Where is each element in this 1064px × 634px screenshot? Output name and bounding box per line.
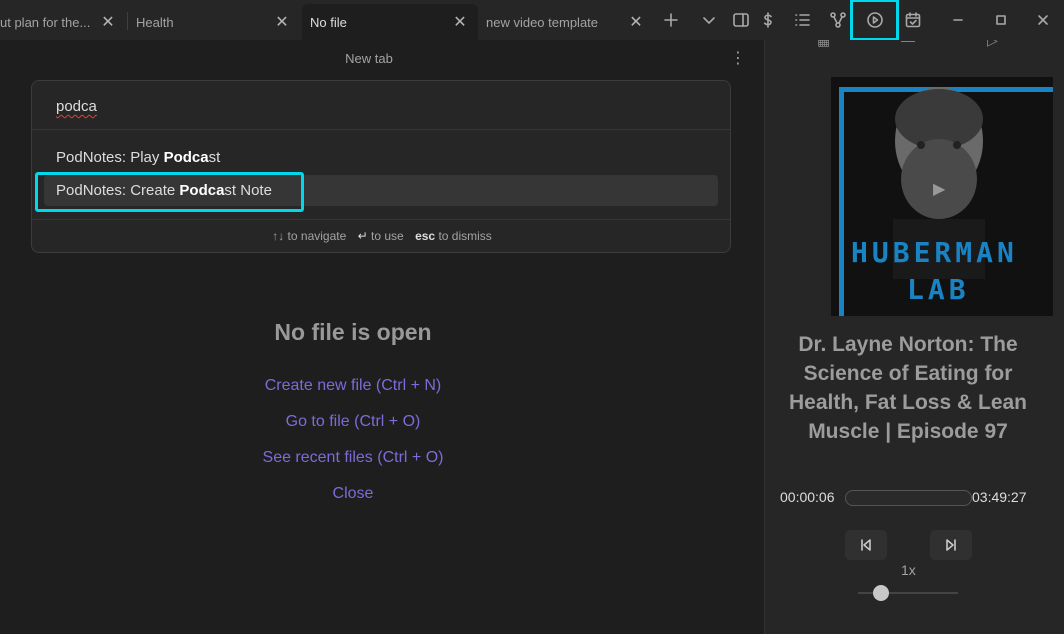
hint-text: to navigate [287,229,347,243]
tab-label: ut plan for the... [0,14,91,30]
go-to-file-link[interactable]: Go to file (Ctrl + O) [0,413,706,431]
total-time: 03:49:27 [972,489,1027,505]
divider [32,129,730,130]
podcast-artwork[interactable]: ▶ HUBERMAN LAB [831,77,1053,316]
plus-icon[interactable] [659,8,683,32]
command-suffix: st [208,149,221,166]
close-icon[interactable]: ✕ [450,12,470,32]
list-icon[interactable] [790,8,814,32]
sidebar-header-icons: ▦ — ▷ [765,40,1064,50]
progress-bar[interactable] [845,490,972,506]
skip-back-button[interactable] [845,530,887,560]
command-palette-hints: ↑↓ to navigate ↵ to use esc to dismiss [32,229,732,243]
divider [32,219,730,220]
minimize-icon[interactable] [946,8,970,32]
skip-forward-button[interactable] [930,530,972,560]
close-icon[interactable]: ✕ [98,12,118,32]
more-options-icon[interactable]: ⋮ [728,48,748,68]
create-new-file-link[interactable]: Create new file (Ctrl + N) [0,377,706,395]
graph-icon[interactable] [826,8,850,32]
artwork-title: HUBERMAN [851,236,1018,269]
command-palette: podca PodNotes: Play Podca st PodNotes: C… [31,80,731,253]
sidebar-toggle-icon[interactable] [729,8,753,32]
command-item-play-podcast[interactable]: PodNotes: Play Podca st [44,142,718,173]
close-link[interactable]: Close [0,485,706,503]
hint-text: to use [371,229,404,243]
hint-key: ↑↓ [272,229,285,243]
command-prefix: PodNotes: Play [56,149,164,166]
episode-title: Dr. Layne Norton: The Science of Eating … [788,333,1028,443]
hint-key: ↵ [357,229,368,243]
calendar-icon[interactable] [901,8,925,32]
grid-icon[interactable]: ▦ [817,40,830,49]
playback-rate: 1x [901,562,916,578]
pane-header: New tab ⋮ [0,40,764,76]
see-recent-files-link[interactable]: See recent files (Ctrl + O) [0,449,706,467]
play-overlay-icon: ▶ [933,181,946,198]
tab-workout-plan[interactable]: ut plan for the... ✕ [0,4,126,40]
tab-health[interactable]: Health ✕ [128,4,300,40]
playback-rate-slider-thumb[interactable] [873,585,889,601]
skip-back-icon [861,539,871,551]
current-time: 00:00:06 [780,489,835,505]
close-icon[interactable]: ✕ [272,12,292,32]
command-match: Podca [163,149,209,166]
dollar-icon[interactable] [756,8,780,32]
maximize-icon[interactable] [989,8,1013,32]
artwork-subtitle: LAB [907,273,970,306]
tab-bar: ut plan for the... ✕ Health ✕ No file ✕ … [0,0,1064,41]
pane-title: New tab [345,51,393,66]
tab-label: No file [310,14,347,30]
close-window-icon[interactable] [1031,8,1055,32]
skip-forward-icon [946,539,956,551]
tab-no-file[interactable]: No file ✕ [302,4,478,40]
close-icon[interactable]: ✕ [626,12,646,32]
command-palette-input[interactable]: podca [56,98,97,115]
empty-state-title: No file is open [274,319,432,345]
play-icon[interactable]: ▷ [987,40,998,49]
tab-label: new video template [486,14,599,30]
podcast-player-sidebar: ▦ — ▷ ▶ HUBERMAN LAB Dr. Layne Norton: T… [764,40,1064,634]
play-circle-icon[interactable] [850,0,899,41]
tab-label: Health [136,14,174,30]
hint-key: esc [415,229,436,243]
selection-highlight [35,172,304,212]
list-icon[interactable]: — [901,40,915,48]
hint-text: to dismiss [438,229,492,243]
chevron-down-icon[interactable] [697,8,721,32]
tab-new-video-template[interactable]: new video template ✕ [478,4,654,40]
